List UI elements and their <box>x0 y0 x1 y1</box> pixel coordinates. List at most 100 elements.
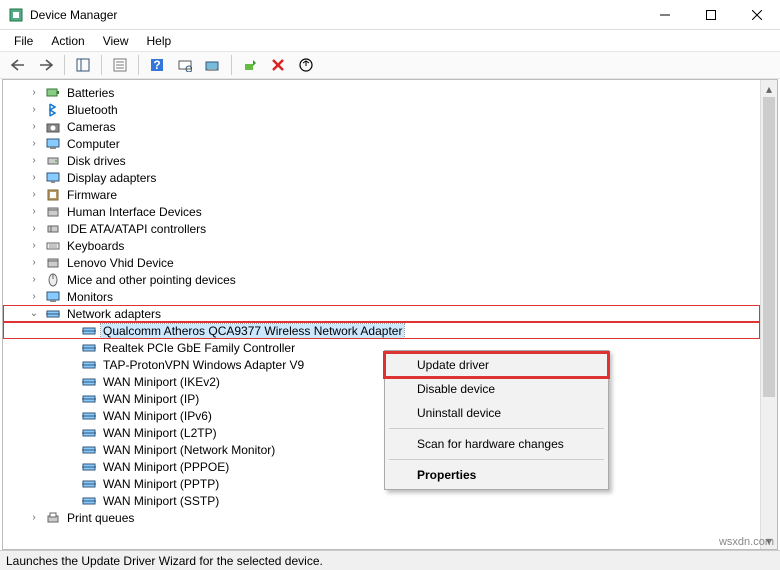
network-icon <box>45 306 61 322</box>
scan-hardware-button[interactable] <box>173 53 197 77</box>
disable-device-button[interactable] <box>294 53 318 77</box>
device-category[interactable]: ›Lenovo Vhid Device <box>3 254 760 271</box>
device-category[interactable]: ›Computer <box>3 135 760 152</box>
tree-item-label: Print queues <box>65 511 136 525</box>
update-driver-button[interactable] <box>201 53 225 77</box>
device-category[interactable]: ›Bluetooth <box>3 101 760 118</box>
computer-icon <box>45 136 61 152</box>
device-category[interactable]: ›Human Interface Devices <box>3 203 760 220</box>
expand-icon[interactable]: › <box>27 206 41 217</box>
device-tree[interactable]: ›Batteries›Bluetooth›Cameras›Computer›Di… <box>3 80 760 549</box>
toolbar: ? <box>0 51 780 79</box>
monitor-icon <box>45 289 61 305</box>
device-category[interactable]: ⌄Network adapters <box>3 305 760 322</box>
bluetooth-icon <box>45 102 61 118</box>
tree-item-label: Realtek PCIe GbE Family Controller <box>101 341 297 355</box>
device-category[interactable]: › Batteries <box>3 84 760 101</box>
titlebar: Device Manager <box>0 0 780 30</box>
tree-item-label: WAN Miniport (IKEv2) <box>101 375 222 389</box>
disk-icon <box>45 153 61 169</box>
menu-file[interactable]: File <box>6 32 41 50</box>
maximize-button[interactable] <box>688 0 734 30</box>
minimize-button[interactable] <box>642 0 688 30</box>
device-item[interactable]: WAN Miniport (PPPOE) <box>3 458 760 475</box>
device-category[interactable]: ›Firmware <box>3 186 760 203</box>
back-button[interactable] <box>6 53 30 77</box>
network-icon <box>81 323 97 339</box>
device-category[interactable]: › Print queues <box>3 509 760 526</box>
collapse-icon[interactable]: ⌄ <box>27 308 41 319</box>
tree-item-label: WAN Miniport (L2TP) <box>101 426 219 440</box>
device-category[interactable]: ›Cameras <box>3 118 760 135</box>
context-menu: Update driver Disable device Uninstall d… <box>384 350 609 490</box>
firmware-icon <box>45 187 61 203</box>
expand-icon[interactable]: › <box>27 87 41 98</box>
expand-icon[interactable]: › <box>27 223 41 234</box>
device-item[interactable]: WAN Miniport (Network Monitor) <box>3 441 760 458</box>
forward-button[interactable] <box>34 53 58 77</box>
device-item[interactable]: WAN Miniport (IPv6) <box>3 407 760 424</box>
device-item[interactable]: WAN Miniport (IP) <box>3 390 760 407</box>
device-item[interactable]: Realtek PCIe GbE Family Controller <box>3 339 760 356</box>
close-button[interactable] <box>734 0 780 30</box>
expand-icon[interactable]: › <box>27 189 41 200</box>
expand-icon[interactable]: › <box>27 121 41 132</box>
expand-icon[interactable]: › <box>27 104 41 115</box>
expand-icon[interactable]: › <box>27 172 41 183</box>
tree-item-label: Disk drives <box>65 154 128 168</box>
network-icon <box>81 493 97 509</box>
tree-item-label: Mice and other pointing devices <box>65 273 238 287</box>
scroll-up-arrow[interactable]: ▴ <box>761 80 777 97</box>
mouse-icon <box>45 272 61 288</box>
device-item[interactable]: WAN Miniport (L2TP) <box>3 424 760 441</box>
tree-item-label: Keyboards <box>65 239 126 253</box>
expand-icon[interactable]: › <box>27 138 41 149</box>
network-icon <box>81 340 97 356</box>
show-hide-tree-button[interactable] <box>71 53 95 77</box>
device-category[interactable]: ›Display adapters <box>3 169 760 186</box>
context-update-driver[interactable]: Update driver <box>387 353 606 377</box>
device-category[interactable]: › Monitors <box>3 288 760 305</box>
battery-icon <box>45 85 61 101</box>
device-item[interactable]: WAN Miniport (SSTP) <box>3 492 760 509</box>
tree-item-label: WAN Miniport (PPPOE) <box>101 460 231 474</box>
device-category[interactable]: › IDE ATA/ATAPI controllers <box>3 220 760 237</box>
context-properties[interactable]: Properties <box>387 463 606 487</box>
device-item[interactable]: WAN Miniport (IKEv2) <box>3 373 760 390</box>
tree-item-label: Batteries <box>65 86 116 100</box>
context-separator <box>389 459 604 460</box>
device-item[interactable]: Qualcomm Atheros QCA9377 Wireless Networ… <box>3 322 760 339</box>
expand-icon[interactable]: › <box>27 155 41 166</box>
expand-icon[interactable]: › <box>27 274 41 285</box>
device-item[interactable]: TAP-ProtonVPN Windows Adapter V9 <box>3 356 760 373</box>
expand-icon[interactable]: › <box>27 240 41 251</box>
network-icon <box>81 476 97 492</box>
device-category[interactable]: › Mice and other pointing devices <box>3 271 760 288</box>
context-uninstall-device[interactable]: Uninstall device <box>387 401 606 425</box>
expand-icon[interactable]: › <box>27 257 41 268</box>
properties-button[interactable] <box>108 53 132 77</box>
context-scan-hardware[interactable]: Scan for hardware changes <box>387 432 606 456</box>
tree-item-label: Monitors <box>65 290 115 304</box>
app-icon <box>8 7 24 23</box>
menu-help[interactable]: Help <box>139 32 180 50</box>
expand-icon[interactable]: › <box>27 291 41 302</box>
window-title: Device Manager <box>30 8 642 22</box>
device-item[interactable]: WAN Miniport (PPTP) <box>3 475 760 492</box>
help-button[interactable]: ? <box>145 53 169 77</box>
enable-device-button[interactable] <box>238 53 262 77</box>
device-category[interactable]: › Disk drives <box>3 152 760 169</box>
context-disable-device[interactable]: Disable device <box>387 377 606 401</box>
tree-item-label: WAN Miniport (PPTP) <box>101 477 221 491</box>
expand-icon[interactable]: › <box>27 512 41 523</box>
uninstall-device-button[interactable] <box>266 53 290 77</box>
vertical-scrollbar[interactable]: ▴ ▾ <box>760 80 777 549</box>
menu-view[interactable]: View <box>95 32 137 50</box>
tree-item-label: IDE ATA/ATAPI controllers <box>65 222 208 236</box>
network-icon <box>81 425 97 441</box>
menu-action[interactable]: Action <box>43 32 92 50</box>
statusbar: Launches the Update Driver Wizard for th… <box>0 550 780 570</box>
camera-icon <box>45 119 61 135</box>
scroll-thumb[interactable] <box>763 97 775 397</box>
device-category[interactable]: › Keyboards <box>3 237 760 254</box>
